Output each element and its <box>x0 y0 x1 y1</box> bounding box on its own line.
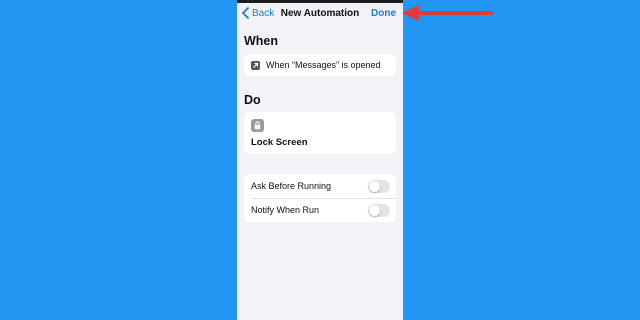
notify-when-run-label: Notify When Run <box>251 205 320 215</box>
done-button[interactable]: Done <box>371 8 396 19</box>
lock-icon <box>251 119 264 132</box>
action-card[interactable]: Lock Screen <box>244 112 396 154</box>
trigger-card[interactable]: When “Messages” is opened <box>244 54 396 76</box>
ask-before-running-row: Ask Before Running <box>244 174 396 198</box>
ask-before-running-toggle[interactable] <box>368 180 390 193</box>
action-label: Lock Screen <box>251 137 308 148</box>
ask-before-running-label: Ask Before Running <box>251 181 332 191</box>
toggle-knob <box>369 181 380 192</box>
phone-screen: Back New Automation Done When When “Mess… <box>237 0 403 320</box>
toggle-knob <box>369 205 380 216</box>
notify-when-run-toggle[interactable] <box>368 204 390 217</box>
annotation-arrow-icon <box>402 5 493 21</box>
navigation-bar: Back New Automation Done <box>237 0 403 28</box>
trigger-text: When “Messages” is opened <box>266 60 381 70</box>
notify-when-run-row: Notify When Run <box>244 198 396 222</box>
options-card: Ask Before Running Notify When Run <box>244 174 396 222</box>
when-heading: When <box>244 34 279 48</box>
arrow-up-right-icon <box>251 61 260 70</box>
do-heading: Do <box>244 93 261 107</box>
